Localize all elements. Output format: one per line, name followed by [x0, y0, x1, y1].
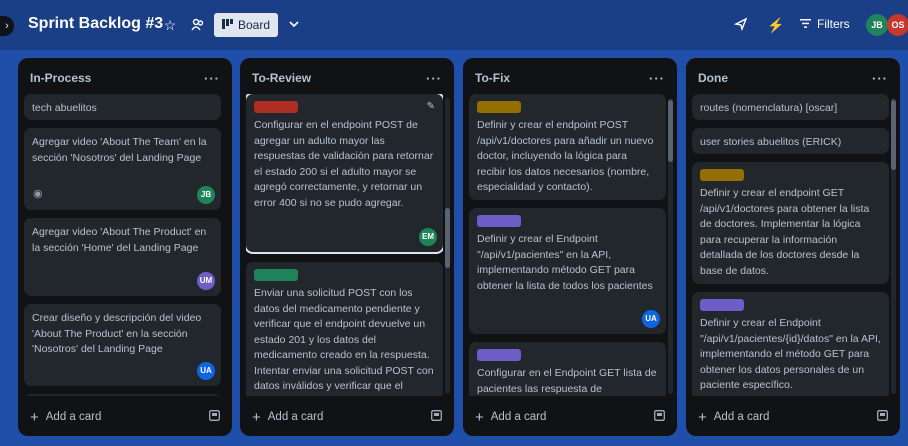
scrollbar-thumb[interactable]: [445, 208, 450, 268]
card[interactable]: tech abuelitos: [24, 94, 221, 120]
card[interactable]: Agregar video 'About The Team' en la sec…: [24, 128, 221, 210]
card-member-avatar[interactable]: JB: [197, 186, 215, 204]
card-label[interactable]: [477, 101, 521, 113]
card-label[interactable]: [477, 215, 521, 227]
card-template-icon[interactable]: [877, 410, 888, 424]
add-card-button[interactable]: + Add a card: [30, 409, 101, 426]
card[interactable]: user stories abuelitos (ERICK): [692, 128, 889, 154]
card-title: Agregar video 'About The Product' en la …: [32, 226, 207, 254]
chevron-down-icon[interactable]: [286, 17, 302, 33]
card[interactable]: Definir y crear el Endpoint "/api/v1/pac…: [692, 292, 889, 396]
card-title: Configurar en el endpoint POST de agrega…: [254, 119, 434, 209]
edit-icon[interactable]: ✎: [427, 99, 435, 115]
card-template-icon[interactable]: [654, 410, 665, 424]
card-template-icon[interactable]: [209, 410, 220, 424]
list-title[interactable]: To-Review: [252, 71, 311, 85]
board-view-button[interactable]: Board: [214, 13, 278, 37]
card-label[interactable]: [477, 349, 521, 361]
member-avatar[interactable]: JB: [866, 14, 888, 36]
add-card-label: Add a card: [713, 411, 770, 423]
member-avatar[interactable]: OS: [887, 14, 908, 36]
card-template-icon[interactable]: [431, 410, 442, 424]
sidebar-expand-button[interactable]: ›: [0, 16, 14, 36]
card-title: user stories abuelitos (ERICK): [700, 136, 842, 148]
plus-icon: +: [475, 408, 484, 426]
card-label[interactable]: [700, 169, 744, 181]
card[interactable]: Definir y crear el endpoint GET /api/v1/…: [692, 162, 889, 284]
add-card-button[interactable]: + Add a card: [698, 409, 769, 426]
chevron-right-icon: ›: [5, 20, 9, 32]
card[interactable]: Crear diseño y descripción del video 'Ab…: [24, 304, 221, 386]
add-card-label: Add a card: [267, 411, 324, 423]
card-label[interactable]: [254, 101, 298, 113]
list-menu-icon[interactable]: ···: [204, 71, 220, 86]
list-title[interactable]: Done: [698, 71, 728, 85]
card[interactable]: routes (nomenclatura) [oscar]: [692, 94, 889, 120]
filters-button[interactable]: Filters: [800, 17, 850, 31]
board-title[interactable]: Sprint Backlog #3: [28, 15, 163, 33]
card-title: Definir y crear el Endpoint "/api/v1/pac…: [477, 233, 653, 292]
board-view-icon: [221, 18, 233, 32]
scrollbar-thumb[interactable]: [668, 100, 673, 162]
list-scrollbar[interactable]: [445, 98, 450, 394]
card[interactable]: [24, 394, 221, 396]
card-member-avatar[interactable]: UA: [197, 362, 215, 380]
card-title: Configurar en el Endpoint GET lista de p…: [477, 367, 657, 395]
board-view-label: Board: [237, 18, 271, 32]
card[interactable]: Definir y crear el endpoint POST /api/v1…: [469, 94, 666, 200]
card[interactable]: Definir y crear el Endpoint "/api/v1/pac…: [469, 208, 666, 334]
watching-icon: ◉: [33, 187, 43, 200]
plus-icon: +: [252, 408, 261, 426]
list-title[interactable]: In-Process: [30, 71, 91, 85]
card-member-avatar[interactable]: UM: [197, 272, 215, 290]
list-in-process: In-Process ··· tech abuelitos Agregar vi…: [18, 58, 232, 436]
power-ups-icon[interactable]: [733, 17, 749, 33]
card[interactable]: Agregar video 'About The Product' en la …: [24, 218, 221, 296]
visibility-icon[interactable]: [190, 17, 206, 33]
add-card-button[interactable]: + Add a card: [475, 409, 546, 426]
add-card-button[interactable]: + Add a card: [252, 409, 323, 426]
filter-icon: [800, 17, 811, 31]
plus-icon: +: [698, 408, 707, 426]
add-card-label: Add a card: [45, 411, 102, 423]
card[interactable]: Enviar una solicitud POST con los datos …: [246, 262, 443, 396]
list-menu-icon[interactable]: ···: [649, 71, 665, 86]
list-menu-icon[interactable]: ···: [872, 71, 888, 86]
card-label[interactable]: [254, 269, 298, 281]
list-scrollbar[interactable]: [891, 98, 896, 394]
card-title: Definir y crear el endpoint GET /api/v1/…: [700, 187, 870, 277]
filters-label: Filters: [817, 17, 850, 31]
star-icon[interactable]: ☆: [162, 17, 178, 33]
list-to-review: To-Review ··· ✎ Configurar en el endpoin…: [240, 58, 454, 436]
card-title: routes (nomenclatura) [oscar]: [700, 102, 838, 114]
add-card-label: Add a card: [490, 411, 547, 423]
list-to-fix: To-Fix ··· Definir y crear el endpoint P…: [463, 58, 677, 436]
list-done: Done ··· routes (nomenclatura) [oscar] u…: [686, 58, 900, 436]
card[interactable]: ✎ Configurar en el endpoint POST de agre…: [246, 94, 443, 254]
card-title: Definir y crear el Endpoint "/api/v1/pac…: [700, 317, 881, 391]
card-title: Definir y crear el endpoint POST /api/v1…: [477, 119, 654, 193]
card-label[interactable]: [700, 299, 744, 311]
card-member-avatar[interactable]: UA: [642, 310, 660, 328]
card[interactable]: Configurar en el Endpoint GET lista de p…: [469, 342, 666, 396]
card-title: Agregar video 'About The Team' en la sec…: [32, 136, 207, 164]
card-title: Enviar una solicitud POST con los datos …: [254, 287, 434, 396]
board-header: › Sprint Backlog #3 ☆ Board ⚡ Filters JB…: [0, 0, 908, 50]
plus-icon: +: [30, 408, 39, 426]
list-title[interactable]: To-Fix: [475, 71, 510, 85]
card-title: tech abuelitos: [32, 102, 97, 114]
card-member-avatar[interactable]: EM: [419, 228, 437, 246]
scrollbar-thumb[interactable]: [891, 100, 896, 170]
card-title: Crear diseño y descripción del video 'Ab…: [32, 312, 202, 355]
list-scrollbar[interactable]: [668, 98, 673, 394]
automation-icon[interactable]: ⚡: [767, 17, 784, 33]
list-menu-icon[interactable]: ···: [426, 71, 442, 86]
